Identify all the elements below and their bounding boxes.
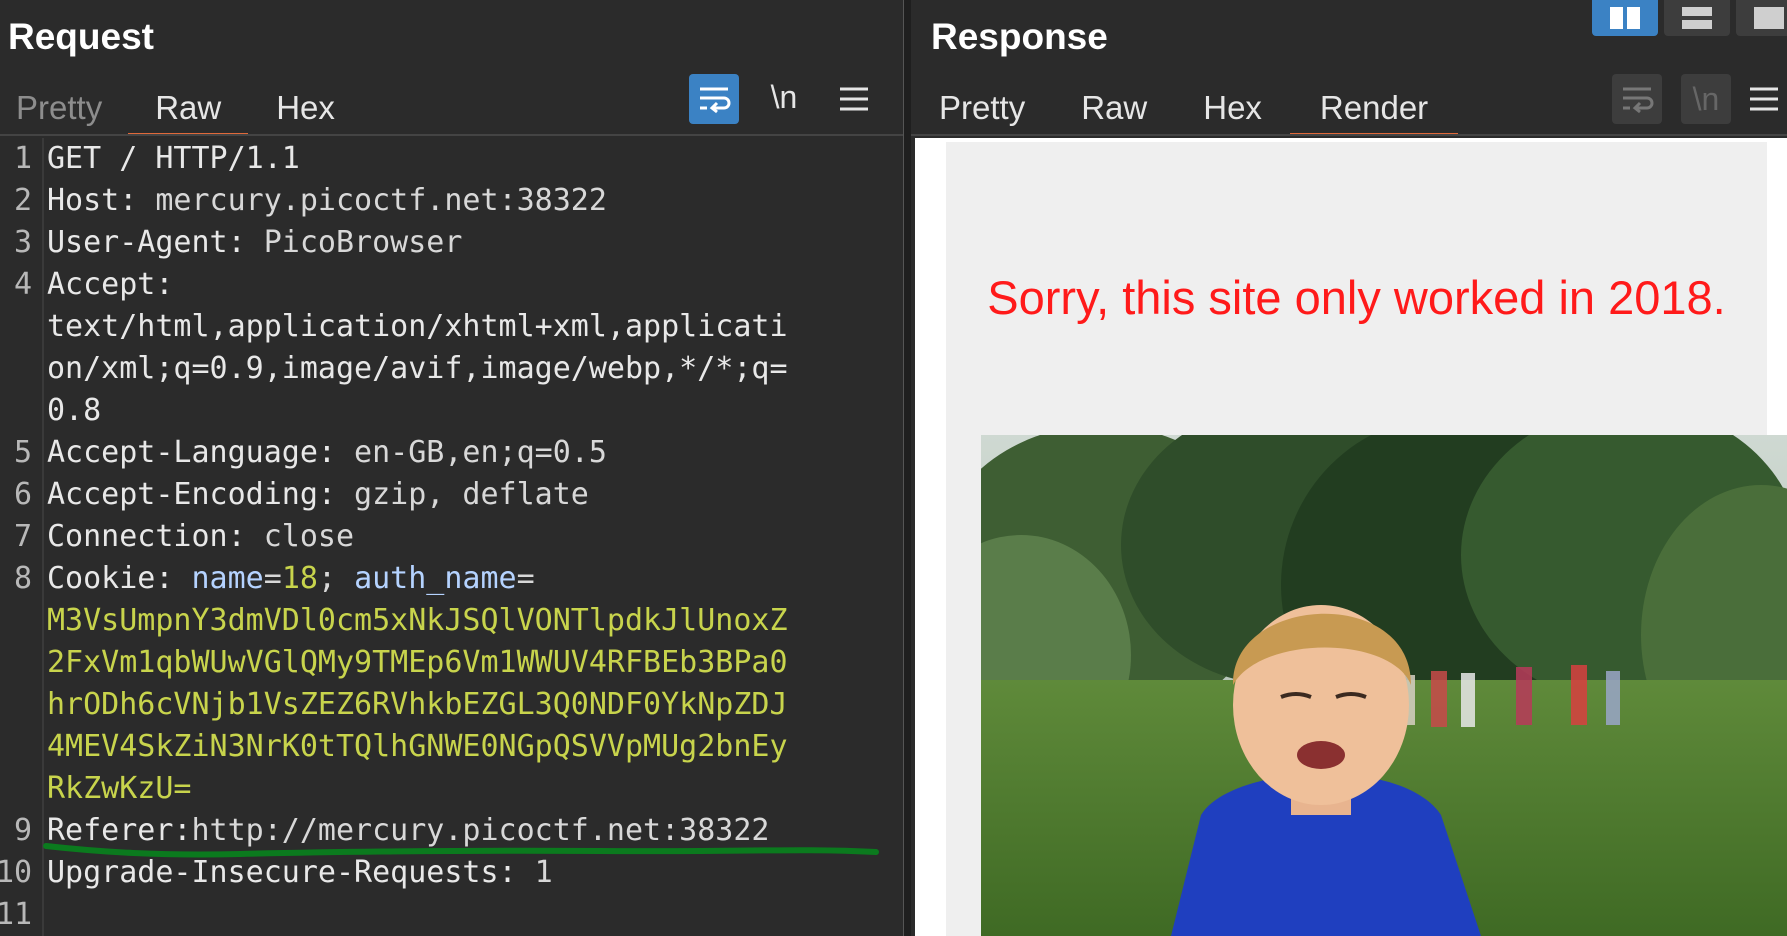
rows-icon	[1682, 7, 1712, 29]
request-tab-divider	[0, 134, 903, 136]
wrap-lines-button[interactable]	[689, 74, 739, 124]
sorry-message: Sorry, this site only worked in 2018.	[987, 271, 1726, 324]
layout-stacked-button[interactable]	[1664, 0, 1730, 36]
response-title: Response	[931, 16, 1108, 57]
request-pane: Request Pretty Raw Hex \n 1 GET / HTTP/1…	[0, 0, 903, 936]
pane-splitter[interactable]	[903, 0, 911, 936]
response-tab-pretty[interactable]: Pretty	[911, 80, 1053, 136]
response-tab-divider	[911, 134, 1787, 136]
wrap-lines-icon	[700, 87, 731, 114]
wrap-lines-icon	[1623, 87, 1654, 114]
request-menu-button[interactable]	[829, 74, 879, 124]
single-pane-icon	[1754, 7, 1784, 29]
request-title: Request	[8, 16, 154, 57]
render-view: Sorry, this site only worked in 2018.	[915, 138, 1787, 936]
hamburger-icon	[840, 87, 868, 111]
request-tab-pretty[interactable]: Pretty	[0, 80, 128, 136]
response-wrap-lines-button[interactable]	[1612, 74, 1662, 124]
request-tabs: Pretty Raw Hex	[0, 80, 363, 136]
referer-underline-annotation	[43, 843, 879, 858]
response-tab-raw[interactable]: Raw	[1053, 80, 1175, 136]
layout-toggle-group	[1592, 0, 1787, 36]
response-tab-hex[interactable]: Hex	[1175, 80, 1290, 136]
boy-in-park-image	[981, 435, 1787, 936]
layout-single-button[interactable]	[1736, 0, 1787, 36]
layout-side-by-side-button[interactable]	[1592, 0, 1658, 36]
response-tab-render[interactable]: Render	[1289, 80, 1459, 136]
request-tab-hex[interactable]: Hex	[248, 80, 363, 136]
response-menu-button[interactable]	[1749, 74, 1787, 124]
show-newlines-button[interactable]: \n	[759, 72, 809, 122]
columns-icon	[1610, 7, 1640, 29]
response-pane: Response Pretty Raw Hex Render \n Sorry,…	[911, 0, 1787, 936]
hamburger-icon	[1750, 87, 1778, 111]
response-show-newlines-button[interactable]: \n	[1681, 74, 1731, 124]
request-tab-raw[interactable]: Raw	[128, 80, 249, 136]
response-tabs: Pretty Raw Hex Render	[911, 80, 1459, 136]
request-editor[interactable]: 1 GET / HTTP/1.1 2 Host: mercury.picoctf…	[0, 138, 903, 936]
